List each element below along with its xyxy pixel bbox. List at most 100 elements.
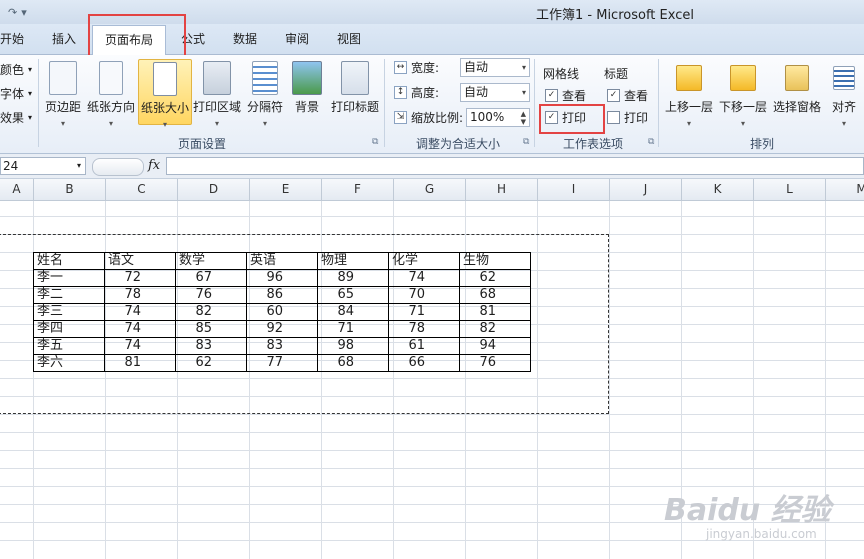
scale-launcher-icon[interactable]: ⧉	[523, 137, 529, 147]
page-setup-launcher-icon[interactable]: ⧉	[372, 137, 378, 147]
score-cell[interactable]: 76	[175, 286, 247, 304]
send-backward-icon	[730, 65, 756, 91]
orientation-button[interactable]: 纸张方向 ▾	[86, 61, 136, 128]
score-cell[interactable]: 78	[104, 286, 176, 304]
header-cell[interactable]: 化学	[388, 252, 460, 270]
score-cell[interactable]: 86	[246, 286, 318, 304]
column-header-d[interactable]: D	[178, 179, 250, 201]
score-cell[interactable]: 92	[246, 320, 318, 338]
margins-button[interactable]: 页边距 ▾	[40, 61, 86, 128]
tab-view[interactable]: 视图	[337, 30, 361, 47]
score-cell[interactable]: 98	[317, 337, 389, 355]
tab-home[interactable]: 开始	[0, 30, 24, 47]
score-cell[interactable]: 71	[317, 320, 389, 338]
score-cell[interactable]: 66	[388, 354, 460, 372]
insert-function-icon[interactable]: fx	[148, 158, 160, 173]
name-cell[interactable]: 李五	[33, 337, 105, 355]
header-cell[interactable]: 英语	[246, 252, 318, 270]
tab-review[interactable]: 审阅	[285, 30, 309, 47]
column-header-g[interactable]: G	[394, 179, 466, 201]
group-label-page-setup: 页面设置	[177, 137, 226, 151]
score-cell[interactable]: 62	[175, 354, 247, 372]
name-cell[interactable]: 李六	[33, 354, 105, 372]
header-cell[interactable]: 数学	[175, 252, 247, 270]
theme-colors-button[interactable]: 颜色 ▾	[0, 61, 32, 78]
height-combo[interactable]: 自动 ▾	[460, 83, 530, 102]
theme-fonts-button[interactable]: 字体 ▾	[0, 85, 32, 102]
score-cell[interactable]: 68	[317, 354, 389, 372]
header-cell[interactable]: 生物	[459, 252, 531, 270]
score-cell[interactable]: 81	[104, 354, 176, 372]
score-cell[interactable]: 61	[388, 337, 460, 355]
score-cell[interactable]: 82	[175, 303, 247, 321]
tab-data[interactable]: 数据	[233, 30, 257, 47]
column-header-h[interactable]: H	[466, 179, 538, 201]
send-backward-button[interactable]: 下移一层 ▾	[716, 61, 770, 128]
size-button[interactable]: 纸张大小 ▾	[138, 59, 192, 129]
score-cell[interactable]: 84	[317, 303, 389, 321]
score-cell[interactable]: 71	[388, 303, 460, 321]
width-combo[interactable]: 自动 ▾	[460, 58, 530, 77]
customize-qat-icon[interactable]: ▾	[21, 6, 27, 19]
column-header-k[interactable]: K	[682, 179, 754, 201]
column-header-m[interactable]: M	[826, 179, 864, 201]
score-cell[interactable]: 74	[104, 320, 176, 338]
name-cell[interactable]: 李二	[33, 286, 105, 304]
score-cell[interactable]: 89	[317, 269, 389, 287]
name-cell[interactable]: 李四	[33, 320, 105, 338]
headings-view-checkbox[interactable]: ✓ 查看	[607, 87, 648, 104]
headings-print-checkbox[interactable]: 打印	[607, 109, 648, 126]
name-box[interactable]: 24 ▾	[0, 157, 86, 175]
column-header-l[interactable]: L	[754, 179, 826, 201]
header-cell[interactable]: 姓名	[33, 252, 105, 270]
column-header-j[interactable]: J	[610, 179, 682, 201]
tab-insert[interactable]: 插入	[52, 30, 76, 47]
formula-bar-cancel-icon[interactable]	[92, 158, 144, 176]
score-cell[interactable]: 74	[388, 269, 460, 287]
score-cell[interactable]: 74	[104, 337, 176, 355]
score-cell[interactable]: 65	[317, 286, 389, 304]
score-cell[interactable]: 76	[459, 354, 531, 372]
align-button[interactable]: 对齐 ▾	[826, 61, 862, 128]
score-cell[interactable]: 62	[459, 269, 531, 287]
score-cell[interactable]: 85	[175, 320, 247, 338]
score-cell[interactable]: 83	[175, 337, 247, 355]
theme-effects-button[interactable]: 效果 ▾	[0, 109, 32, 126]
gridlines-view-checkbox[interactable]: ✓ 查看	[545, 87, 586, 104]
scale-spinner[interactable]: 100% ▲ ▼	[466, 108, 530, 127]
header-cell[interactable]: 物理	[317, 252, 389, 270]
print-area-button[interactable]: 打印区域 ▾	[192, 61, 242, 128]
score-cell[interactable]: 72	[104, 269, 176, 287]
score-cell[interactable]: 96	[246, 269, 318, 287]
quick-access-toolbar[interactable]: ↷ ▾	[0, 3, 27, 21]
breaks-button[interactable]: 分隔符 ▾	[244, 61, 286, 128]
score-cell[interactable]: 74	[104, 303, 176, 321]
name-cell[interactable]: 李三	[33, 303, 105, 321]
formula-input[interactable]	[166, 157, 864, 175]
score-cell[interactable]: 70	[388, 286, 460, 304]
score-cell[interactable]: 60	[246, 303, 318, 321]
score-cell[interactable]: 94	[459, 337, 531, 355]
score-cell[interactable]: 81	[459, 303, 531, 321]
bring-forward-button[interactable]: 上移一层 ▾	[662, 61, 716, 128]
column-header-a[interactable]: A	[0, 179, 34, 201]
column-header-f[interactable]: F	[322, 179, 394, 201]
sheet-options-launcher-icon[interactable]: ⧉	[648, 137, 654, 147]
name-cell[interactable]: 李一	[33, 269, 105, 287]
score-cell[interactable]: 83	[246, 337, 318, 355]
score-cell[interactable]: 78	[388, 320, 460, 338]
column-header-i[interactable]: I	[538, 179, 610, 201]
column-header-b[interactable]: B	[34, 179, 106, 201]
column-header-e[interactable]: E	[250, 179, 322, 201]
header-cell[interactable]: 语文	[104, 252, 176, 270]
score-cell[interactable]: 68	[459, 286, 531, 304]
background-button[interactable]: 背景	[288, 61, 326, 115]
column-header-c[interactable]: C	[106, 179, 178, 201]
score-cell[interactable]: 77	[246, 354, 318, 372]
redo-icon[interactable]: ↷	[8, 6, 17, 19]
selection-pane-button[interactable]: 选择窗格	[770, 61, 824, 115]
score-table[interactable]: 姓名 语文 数学 英语 物理 化学 生物 李一 72 67 96 89 74 6…	[33, 252, 531, 372]
score-cell[interactable]: 82	[459, 320, 531, 338]
print-titles-button[interactable]: 打印标题	[328, 61, 382, 115]
score-cell[interactable]: 67	[175, 269, 247, 287]
